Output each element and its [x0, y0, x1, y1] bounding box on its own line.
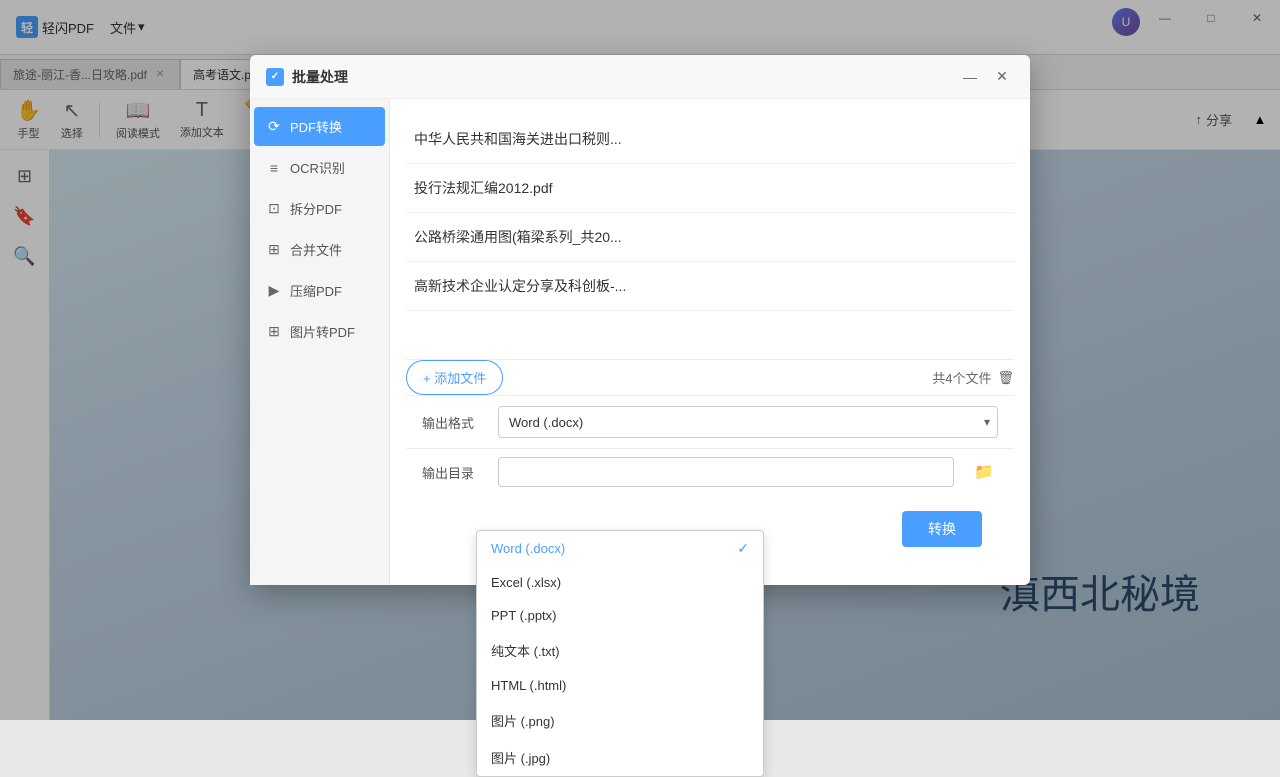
dropdown-jpg-label: 图片 (.jpg) — [491, 748, 550, 767]
nav-ocr-label: OCR识别 — [290, 158, 345, 177]
file-list: 中华人民共和国海关进出口税则... 投行法规汇编2012.pdf 公路桥梁通用图… — [406, 115, 1014, 359]
nav-ocr[interactable]: ≡ OCR识别 — [254, 148, 385, 187]
modal-title-icon: ✓ — [266, 68, 284, 86]
dropdown-excel-label: Excel (.xlsx) — [491, 575, 561, 590]
file-item-4-name: 高新技术企业认定分享及科创板-... — [414, 278, 626, 294]
format-label: 输出格式 — [422, 413, 482, 432]
modal-title: 批量处理 — [292, 67, 348, 87]
modal-body: ⟳ PDF转换 ≡ OCR识别 ⊡ 拆分PDF ⊞ 合并文件 ▶ 压缩PDF ⊞… — [250, 99, 1030, 585]
file-item-1-name: 中华人民共和国海关进出口税则... — [414, 131, 622, 147]
modal-close-button[interactable]: ✕ — [990, 65, 1014, 89]
dropdown-png-label: 图片 (.png) — [491, 711, 555, 730]
dropdown-ppt-label: PPT (.pptx) — [491, 608, 557, 623]
output-dir-input[interactable] — [498, 457, 954, 487]
dropdown-item-excel[interactable]: Excel (.xlsx) — [477, 566, 763, 599]
nav-merge[interactable]: ⊞ 合并文件 — [254, 230, 385, 269]
img-to-pdf-icon: ⊞ — [266, 323, 282, 340]
output-dir-row: 输出目录 📁 — [406, 448, 1014, 495]
dropdown-item-jpg[interactable]: 图片 (.jpg) — [477, 739, 763, 776]
check-mark-word: ✓ — [737, 540, 749, 557]
modal-content-area: 中华人民共和国海关进出口税则... 投行法规汇编2012.pdf 公路桥梁通用图… — [390, 99, 1030, 585]
dropdown-item-png[interactable]: 图片 (.png) — [477, 702, 763, 739]
split-icon: ⊡ — [266, 200, 282, 217]
add-file-button[interactable]: + 添加文件 — [406, 360, 503, 395]
file-item-2-name: 投行法规汇编2012.pdf — [414, 180, 553, 196]
nav-img-to-pdf[interactable]: ⊞ 图片转PDF — [254, 312, 385, 351]
nav-pdf-convert-label: PDF转换 — [290, 117, 342, 136]
file-count-text: 共4个文件 — [932, 368, 991, 387]
modal-minimize-button[interactable]: — — [958, 65, 982, 89]
file-count: 共4个文件 🗑 — [932, 368, 1014, 387]
format-dropdown: Word (.docx) ✓ Excel (.xlsx) PPT (.pptx)… — [476, 530, 764, 777]
format-row: 输出格式 Word (.docx) Excel (.xlsx) PPT (.pp… — [406, 395, 1014, 448]
nav-compress-label: 压缩PDF — [290, 281, 342, 300]
dropdown-txt-label: 纯文本 (.txt) — [491, 641, 560, 660]
file-item-1[interactable]: 中华人民共和国海关进出口税则... — [406, 115, 1014, 164]
dropdown-item-word[interactable]: Word (.docx) ✓ — [477, 531, 763, 566]
merge-icon: ⊞ — [266, 241, 282, 258]
format-select-container: Word (.docx) Excel (.xlsx) PPT (.pptx) 纯… — [498, 406, 998, 438]
browse-icon: 📁 — [974, 462, 994, 482]
file-item-2[interactable]: 投行法规汇编2012.pdf — [406, 164, 1014, 213]
convert-button[interactable]: 转换 — [902, 511, 982, 547]
file-item-3[interactable]: 公路桥梁通用图(箱梁系列_共20... — [406, 213, 1014, 262]
format-select[interactable]: Word (.docx) Excel (.xlsx) PPT (.pptx) 纯… — [498, 406, 998, 438]
dropdown-item-ppt[interactable]: PPT (.pptx) — [477, 599, 763, 632]
compress-icon: ▶ — [266, 282, 282, 299]
nav-split-label: 拆分PDF — [290, 199, 342, 218]
dropdown-item-txt[interactable]: 纯文本 (.txt) — [477, 632, 763, 669]
nav-img-pdf-label: 图片转PDF — [290, 322, 355, 341]
output-dir-label: 输出目录 — [422, 463, 482, 482]
footer-row: + 添加文件 共4个文件 🗑 — [406, 360, 1014, 395]
ocr-icon: ≡ — [266, 160, 282, 176]
file-item-3-name: 公路桥梁通用图(箱梁系列_共20... — [414, 229, 622, 245]
pdf-convert-icon: ⟳ — [266, 118, 282, 135]
nav-pdf-convert[interactable]: ⟳ PDF转换 — [254, 107, 385, 146]
nav-compress[interactable]: ▶ 压缩PDF — [254, 271, 385, 310]
dropdown-word-label: Word (.docx) — [491, 541, 565, 556]
delete-icon[interactable]: 🗑 — [997, 370, 1014, 386]
nav-merge-label: 合并文件 — [290, 240, 342, 259]
batch-processing-modal: ✓ 批量处理 — ✕ ⟳ PDF转换 ≡ OCR识别 ⊡ 拆分PDF ⊞ — [250, 55, 1030, 585]
modal-titlebar: ✓ 批量处理 — ✕ — [250, 55, 1030, 99]
modal-controls: — ✕ — [958, 65, 1014, 89]
modal-sidebar: ⟳ PDF转换 ≡ OCR识别 ⊡ 拆分PDF ⊞ 合并文件 ▶ 压缩PDF ⊞… — [250, 99, 390, 585]
browse-button[interactable]: 📁 — [970, 458, 998, 486]
file-item-4[interactable]: 高新技术企业认定分享及科创板-... — [406, 262, 1014, 311]
nav-split-pdf[interactable]: ⊡ 拆分PDF — [254, 189, 385, 228]
dropdown-item-html[interactable]: HTML (.html) — [477, 669, 763, 702]
dropdown-html-label: HTML (.html) — [491, 678, 566, 693]
